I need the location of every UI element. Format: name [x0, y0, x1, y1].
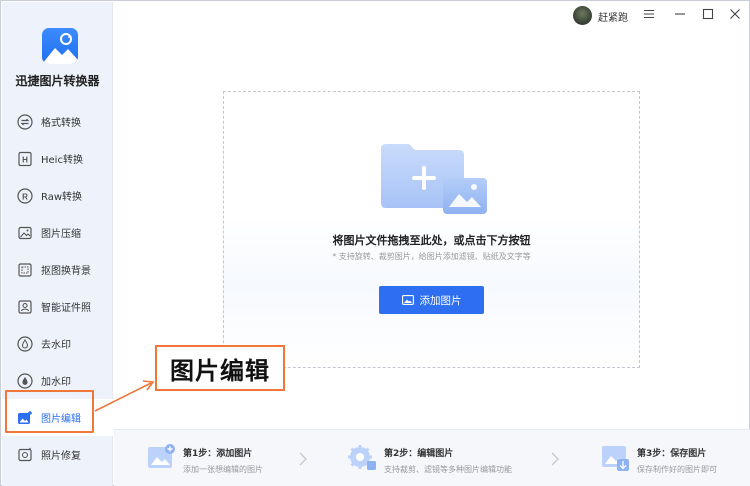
chevron-right-icon — [299, 452, 307, 466]
cutout-icon — [17, 262, 33, 278]
svg-text:H: H — [22, 155, 28, 164]
heic-icon: H — [17, 151, 33, 167]
sidebar-item-label: 加水印 — [41, 377, 71, 388]
avatar[interactable] — [573, 6, 592, 25]
annotation-text: 图片编辑 — [170, 356, 270, 385]
sidebar-item-raw[interactable]: R Raw转换 — [2, 177, 113, 214]
step-title: 第1步：添加图片 — [183, 449, 253, 459]
username[interactable]: 赶紧跑 — [598, 9, 628, 24]
image-edit-icon — [17, 410, 33, 426]
step-title: 第3步：保存图片 — [637, 449, 707, 459]
sidebar-item-photo-repair[interactable]: 照片修复 — [2, 436, 113, 473]
step-3: 第3步：保存图片 保存制作好的图片即可 — [600, 442, 717, 475]
app-window: 迅捷图片转换器 格式转换 H Heic转换 R Raw转换 图片压缩 抠图换背景… — [0, 0, 750, 486]
minimize-icon[interactable] — [673, 7, 687, 21]
app-name: 迅捷图片转换器 — [15, 74, 100, 88]
svg-text:R: R — [22, 192, 28, 201]
image-icon — [401, 295, 414, 305]
sidebar-item-compress[interactable]: 图片压缩 — [2, 214, 113, 251]
maximize-icon[interactable] — [701, 7, 715, 21]
save-image-step-icon — [602, 446, 629, 471]
sidebar-item-id-photo[interactable]: 智能证件照 — [2, 288, 113, 325]
sidebar-item-label: 抠图换背景 — [41, 266, 91, 277]
steps-bar: 第1步：添加图片 添加一张想编辑的图片 第2步：编辑图片 支持裁剪、滤镜等多种图… — [114, 429, 750, 486]
sidebar-item-label: 智能证件照 — [41, 303, 91, 314]
edit-image-step-icon — [348, 445, 376, 470]
photo-repair-icon — [17, 447, 33, 463]
arrow-icon — [94, 380, 155, 412]
drop-subtitle: * 支持旋转、裁剪图片，给图片添加滤镜、贴纸及文字等 — [332, 252, 531, 261]
remove-watermark-icon — [17, 335, 33, 352]
sidebar-nav: 格式转换 H Heic转换 R Raw转换 图片压缩 抠图换背景 智能证件照 去… — [2, 103, 113, 473]
add-image-step-icon — [148, 444, 175, 468]
step-1: 第1步：添加图片 添加一张想编辑的图片 — [146, 442, 263, 475]
sidebar-item-remove-watermark[interactable]: 去水印 — [2, 325, 113, 362]
close-icon[interactable] — [728, 7, 742, 21]
sidebar-item-label: Raw转换 — [41, 192, 83, 203]
sidebar-item-format-convert[interactable]: 格式转换 — [2, 103, 113, 140]
sidebar-item-label: 图片压缩 — [41, 229, 81, 240]
compress-icon — [17, 225, 33, 241]
sidebar-item-label: 去水印 — [41, 340, 71, 351]
step-desc: 支持裁剪、滤镜等多种图片编辑功能 — [384, 465, 512, 474]
sidebar-item-label: Heic转换 — [41, 155, 83, 166]
sidebar-item-heic[interactable]: H Heic转换 — [2, 140, 113, 177]
drop-zone[interactable] — [223, 91, 640, 368]
add-image-label: 添加图片 — [419, 294, 462, 307]
swap-icon — [17, 113, 33, 130]
sidebar-item-cutout[interactable]: 抠图换背景 — [2, 251, 113, 288]
step-desc: 添加一张想编辑的图片 — [183, 465, 263, 474]
id-photo-icon — [17, 299, 33, 315]
chevron-right-icon — [551, 452, 559, 466]
sidebar-item-label: 照片修复 — [41, 451, 81, 462]
step-desc: 保存制作好的图片即可 — [637, 465, 717, 474]
sidebar-item-label: 图片编辑 — [41, 414, 81, 425]
add-image-button[interactable]: 添加图片 — [379, 286, 484, 314]
step-title: 第2步：编辑图片 — [384, 449, 454, 459]
folder-add-icon — [379, 141, 489, 220]
raw-icon: R — [17, 187, 33, 204]
step-2: 第2步：编辑图片 支持裁剪、滤镜等多种图片编辑功能 — [347, 442, 512, 475]
app-logo-icon — [42, 28, 78, 64]
sidebar-item-label: 格式转换 — [41, 118, 81, 129]
annotation-callout: 图片编辑 — [155, 345, 285, 391]
drop-title: 将图片文件拖拽至此处，或点击下方按钮 — [332, 234, 531, 247]
menu-icon[interactable] — [642, 7, 656, 21]
add-watermark-icon — [17, 372, 33, 389]
